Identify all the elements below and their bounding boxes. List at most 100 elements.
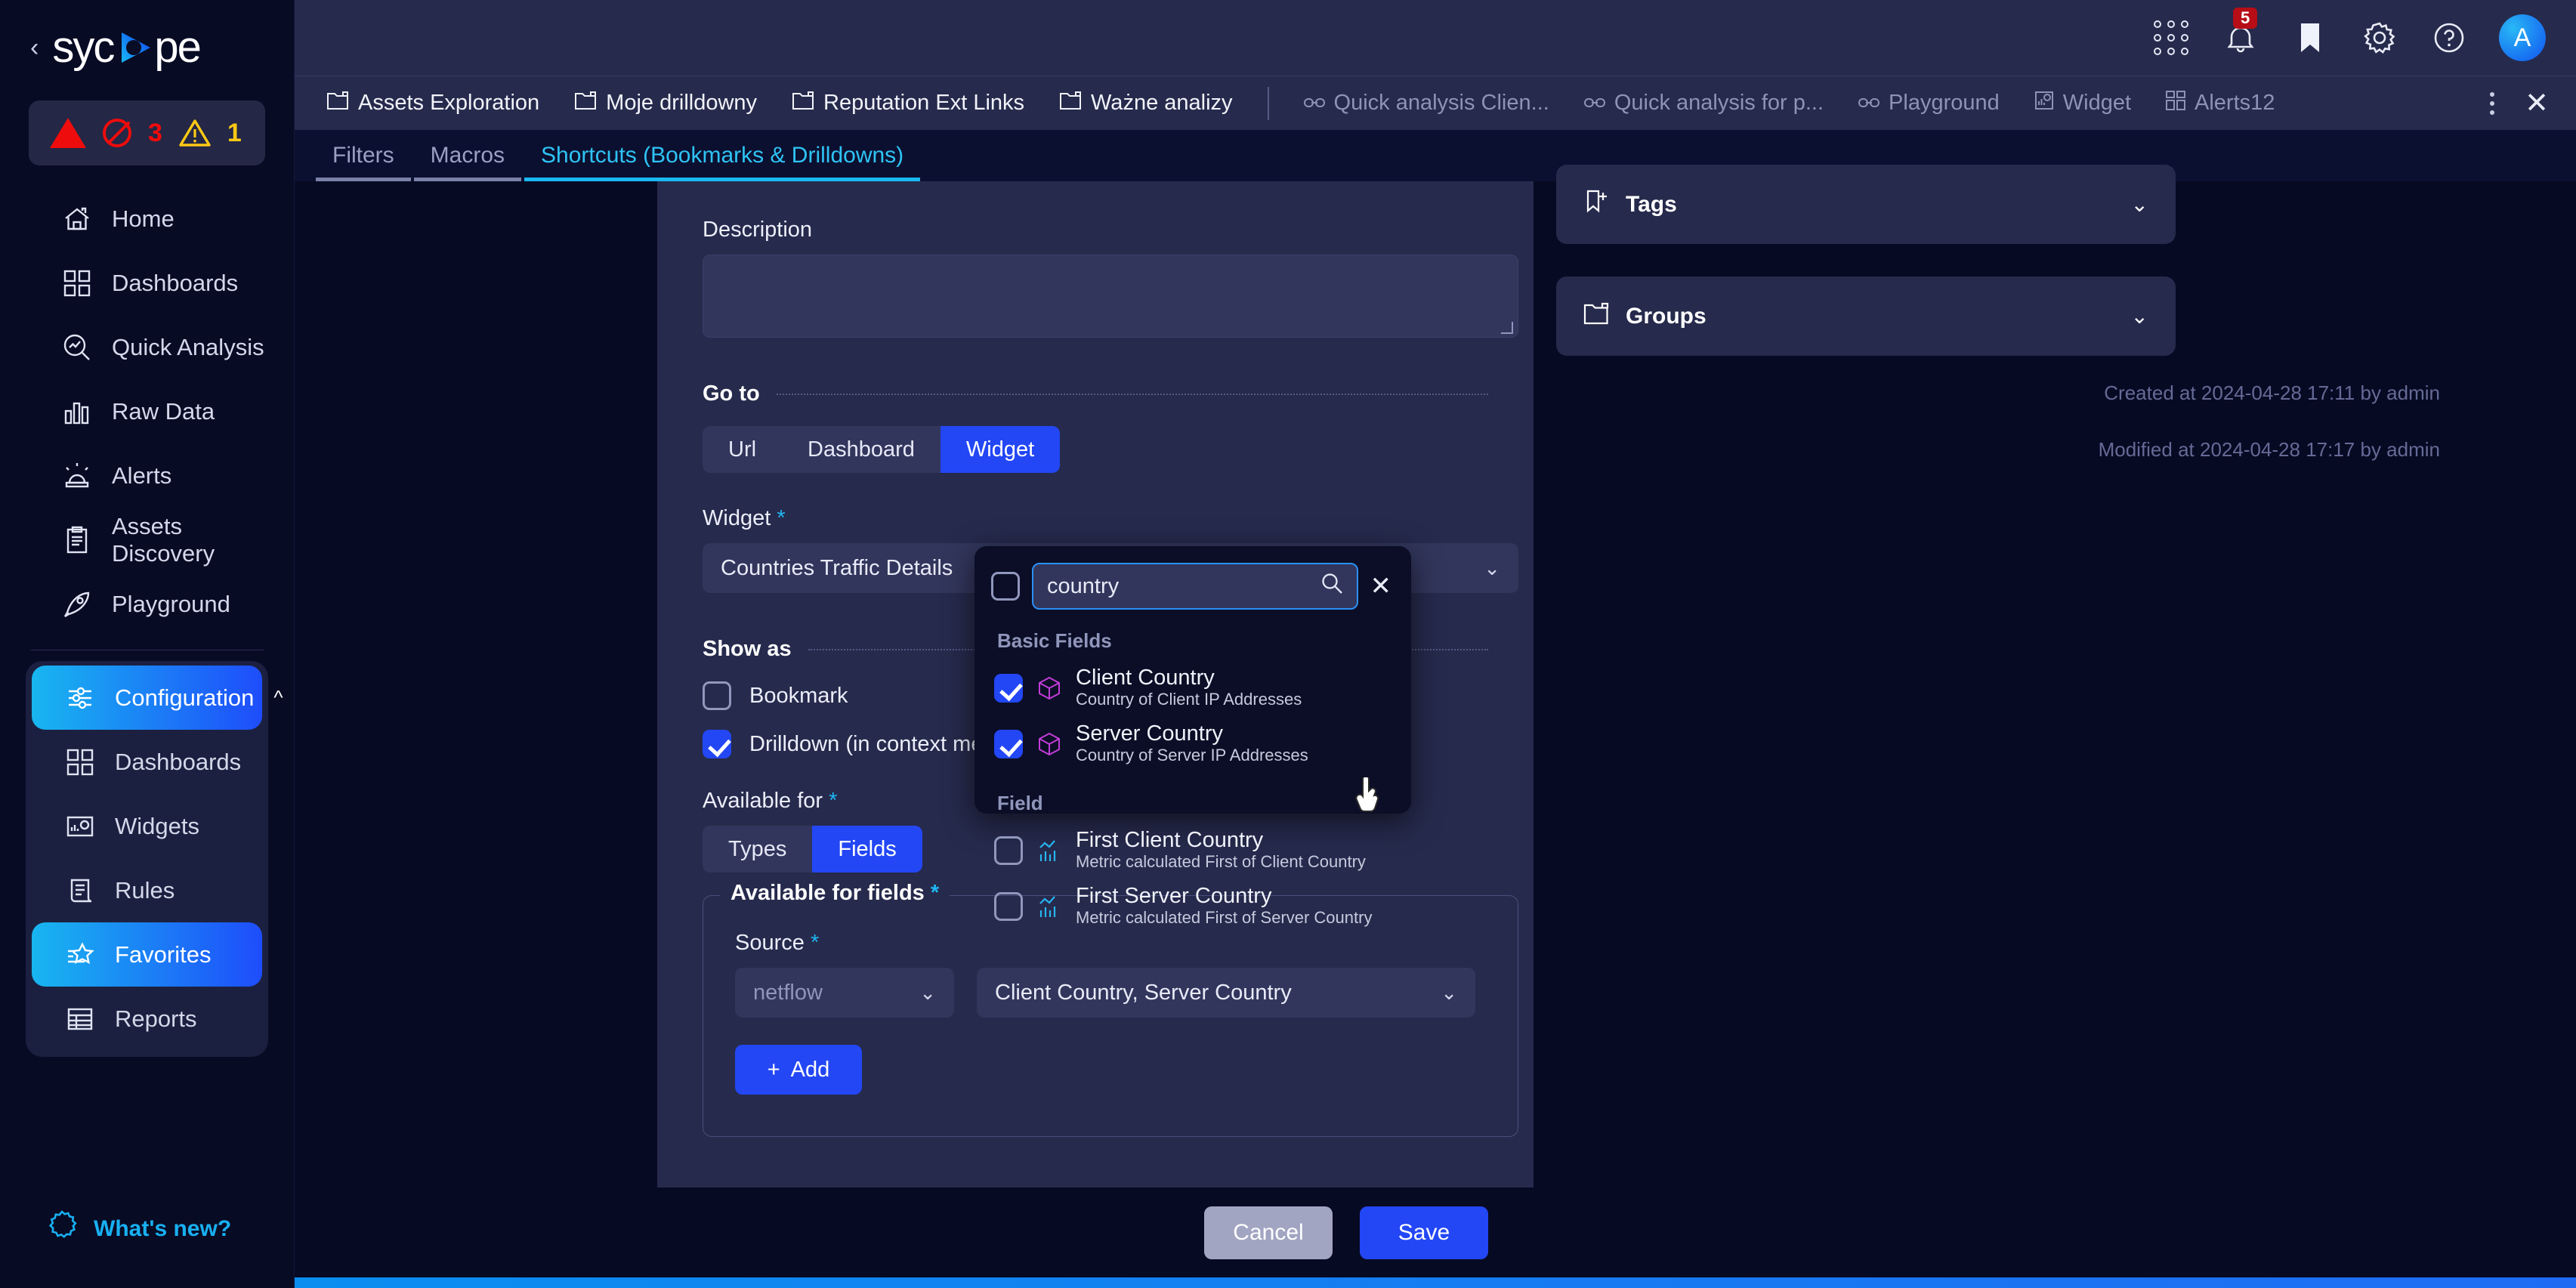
triangle-alert-icon: [50, 118, 86, 148]
fields-multiselect[interactable]: Client Country, Server Country ⌄: [977, 968, 1475, 1018]
sidebar-item-reports[interactable]: Reports: [32, 987, 262, 1051]
item-title: Server Country: [1076, 721, 1224, 746]
item-checkbox[interactable]: [994, 673, 1023, 703]
available-for-fields-legend-text: Available for fields: [730, 881, 925, 905]
tab-shortcuts[interactable]: Shortcuts (Bookmarks & Drilldowns): [524, 143, 921, 181]
tab-moje-drilldowny[interactable]: Moje drilldowny: [561, 76, 771, 131]
tab-filters[interactable]: Filters: [316, 143, 411, 181]
source-select[interactable]: netflow ⌄: [735, 968, 954, 1018]
tab-quick-analysis-client[interactable]: Quick analysis Clien...: [1290, 76, 1563, 131]
sidebar-item-dashboards[interactable]: Dashboards: [29, 251, 265, 315]
required-asterisk: *: [930, 881, 940, 905]
item-checkbox[interactable]: [994, 891, 1023, 921]
item-checkbox[interactable]: [994, 836, 1023, 865]
sidebar-item-alerts[interactable]: Alerts: [29, 443, 265, 508]
source-select-value: netflow: [753, 980, 823, 1005]
sidebar: ‹ syc pe 3 1 Home Dashboards Quick Analy…: [0, 0, 295, 1288]
tab-quick-analysis-for-p[interactable]: Quick analysis for p...: [1571, 76, 1837, 131]
goto-segmented-control[interactable]: Url Dashboard Widget: [703, 426, 1061, 473]
groups-card[interactable]: Groups ⌄: [1556, 276, 2176, 356]
search-input[interactable]: country: [1032, 563, 1358, 610]
sidebar-item-raw-data[interactable]: Raw Data: [29, 379, 265, 443]
chevron-down-icon[interactable]: ⌄: [2131, 304, 2148, 329]
tab-bar: Assets Exploration Moje drilldowny Reput…: [295, 76, 2576, 130]
description-textarea[interactable]: [703, 255, 1518, 338]
bookmark-checkbox[interactable]: [703, 681, 731, 710]
goto-option-dashboard[interactable]: Dashboard: [782, 426, 941, 473]
grid-icon: [62, 268, 92, 298]
tab-bar-controls: ✕: [2482, 88, 2553, 119]
item-text: Server Country Country of Server IP Addr…: [1076, 721, 1308, 766]
sidebar-item-label: Assets Discovery: [112, 512, 215, 567]
tab-playground[interactable]: Playground: [1845, 76, 2013, 131]
fields-dropdown-panel: country ✕ Basic Fields Client Country Co…: [974, 546, 1411, 927]
search-icon[interactable]: [1320, 572, 1343, 601]
tab-widget[interactable]: Widget: [2021, 76, 2145, 131]
alert-summary-bar[interactable]: 3 1: [29, 100, 265, 165]
warning-triangle-icon: [179, 119, 211, 147]
tab-label: Ważne analizy: [1091, 91, 1233, 115]
chevron-down-icon: ⌄: [919, 981, 936, 1004]
goto-option-url[interactable]: Url: [703, 426, 782, 473]
sidebar-item-configuration[interactable]: Configuration ^: [32, 666, 283, 730]
available-for-segmented-control[interactable]: Types Fields: [703, 826, 922, 873]
fields-multiselect-value: Client Country, Server Country: [995, 980, 1292, 1005]
available-for-option-types[interactable]: Types: [703, 826, 812, 873]
goto-option-widget[interactable]: Widget: [940, 426, 1061, 473]
item-subtitle: Country of Client IP Addresses: [1076, 690, 1302, 709]
dropdown-item-client-country[interactable]: Client Country Country of Client IP Addr…: [991, 660, 1391, 716]
sidebar-item-playground[interactable]: Playground: [29, 572, 265, 636]
whats-new-button[interactable]: What's new?: [0, 1209, 295, 1249]
sidebar-item-label: Raw Data: [112, 397, 215, 425]
sidebar-item-assets-discovery[interactable]: Assets Discovery: [29, 508, 265, 572]
item-title: First Client Country: [1076, 827, 1264, 852]
dropdown-group-label: Field: [997, 791, 1043, 814]
save-button[interactable]: Save: [1360, 1206, 1488, 1259]
tab-alerts12[interactable]: Alerts12: [2152, 76, 2288, 131]
dropdown-item-first-client-country[interactable]: First Client Country Metric calculated F…: [991, 823, 1391, 879]
gear-icon[interactable]: [2360, 18, 2399, 57]
tab-label: Alerts12: [2195, 91, 2275, 115]
select-all-checkbox[interactable]: [991, 572, 1020, 601]
close-icon[interactable]: ✕: [2525, 89, 2549, 118]
tags-card[interactable]: Tags ⌄: [1556, 165, 2176, 244]
dropdown-item-first-server-country[interactable]: First Server Country Metric calculated F…: [991, 879, 1391, 934]
bell-icon[interactable]: 5: [2221, 8, 2260, 57]
available-for-fields-legend: Available for fields *: [720, 881, 950, 906]
drilldown-checkbox[interactable]: [703, 730, 731, 758]
required-asterisk: *: [810, 931, 820, 955]
tab-reputation-ext-links[interactable]: Reputation Ext Links: [778, 76, 1038, 131]
sidebar-item-favorites[interactable]: Favorites: [32, 922, 262, 987]
sidebar-collapse-icon[interactable]: ‹: [30, 35, 39, 60]
sidebar-nav: Home Dashboards Quick Analysis Raw Data: [0, 187, 294, 1057]
avatar[interactable]: A: [2499, 14, 2546, 61]
sidebar-item-home[interactable]: Home: [29, 187, 265, 251]
widget-select-value: Countries Traffic Details: [721, 555, 953, 580]
item-checkbox[interactable]: [994, 729, 1023, 758]
bar-chart-icon: [62, 397, 92, 427]
help-icon[interactable]: [2429, 18, 2469, 57]
tab-label: Quick analysis for p...: [1614, 91, 1824, 115]
add-button[interactable]: + Add: [735, 1045, 862, 1095]
bookmark-icon[interactable]: [2290, 18, 2330, 57]
available-for-option-fields[interactable]: Fields: [812, 826, 922, 873]
clear-search-icon[interactable]: ✕: [1370, 573, 1392, 599]
chevron-down-icon[interactable]: ⌄: [2131, 192, 2148, 217]
kebab-menu-icon[interactable]: [2482, 88, 2502, 119]
sidebar-item-widgets[interactable]: Widgets: [32, 794, 262, 858]
chevron-up-icon[interactable]: ^: [273, 686, 283, 709]
new-badge-icon: [45, 1209, 79, 1249]
brand-logo[interactable]: ‹ syc pe: [0, 0, 294, 94]
sidebar-item-rules[interactable]: Rules: [32, 858, 262, 922]
rocket-icon: [62, 589, 92, 619]
tab-macros[interactable]: Macros: [413, 143, 522, 181]
tab-wazne-analizy[interactable]: Ważne analizy: [1046, 76, 1246, 131]
sidebar-item-quick-analysis[interactable]: Quick Analysis: [29, 315, 265, 379]
item-subtitle: Metric calculated First of Client Countr…: [1076, 852, 1366, 872]
add-button-label: Add: [790, 1057, 830, 1082]
cancel-button[interactable]: Cancel: [1204, 1206, 1333, 1259]
tab-assets-exploration[interactable]: Assets Exploration: [313, 76, 553, 131]
dropdown-item-server-country[interactable]: Server Country Country of Server IP Addr…: [991, 716, 1391, 772]
apps-grid-icon[interactable]: [2151, 18, 2191, 57]
sidebar-item-config-dashboards[interactable]: Dashboards: [32, 730, 262, 794]
